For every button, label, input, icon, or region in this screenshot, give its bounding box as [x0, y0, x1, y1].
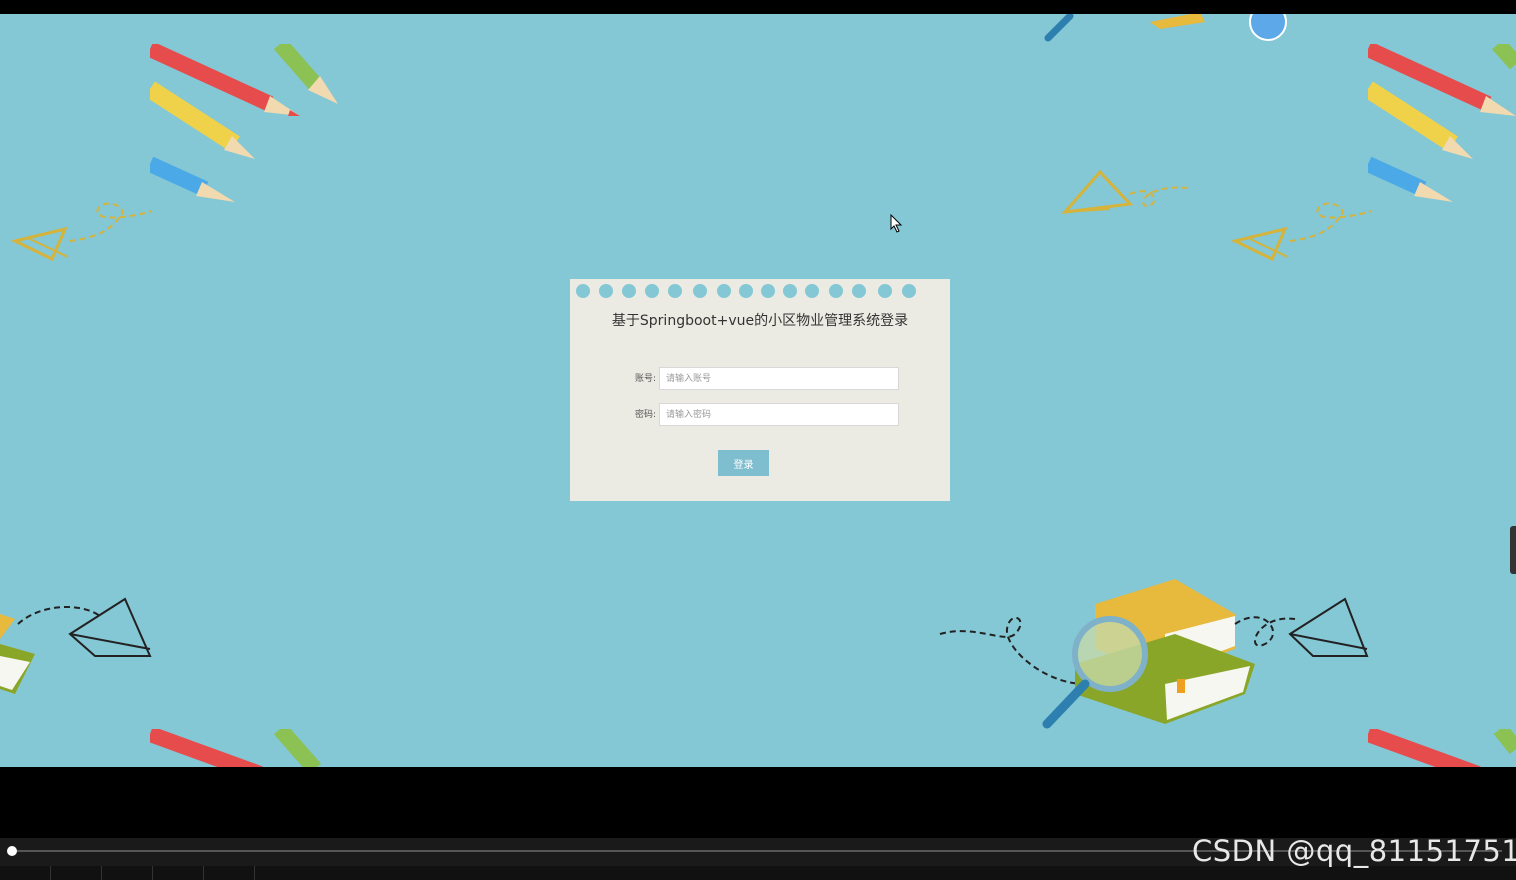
notebook-hole-icon [717, 284, 731, 298]
username-input[interactable] [659, 367, 899, 390]
top-letterbox [0, 0, 1516, 14]
player-toolbar [0, 866, 1516, 880]
login-button[interactable]: 登录 [718, 450, 769, 476]
books-magnifier-decoration-icon [939, 579, 1369, 729]
password-input[interactable] [659, 403, 899, 426]
pencils-decoration-icon [1368, 44, 1516, 202]
notebook-hole-icon [878, 284, 892, 298]
notebook-hole-icon [622, 284, 636, 298]
login-card: 基于Springboot+vue的小区物业管理系统登录 账号: 密码: 登录 [570, 279, 950, 501]
mouse-cursor-icon [890, 214, 903, 233]
login-page-background: 基于Springboot+vue的小区物业管理系统登录 账号: 密码: 登录 [0, 14, 1516, 767]
pencils-decoration-icon [150, 44, 338, 202]
username-label: 账号: [634, 374, 656, 384]
video-progress-knob[interactable] [7, 846, 17, 856]
paper-plane-icon [1230, 202, 1373, 262]
pencils-decoration-icon [1368, 729, 1516, 767]
books-decoration-icon [0, 597, 152, 694]
watermark-text: CSDN @qq_811517515 [1192, 834, 1516, 868]
top-decoration-icon [1044, 14, 1287, 42]
player-toolbar-slot[interactable] [51, 866, 102, 880]
password-row: 密码: [610, 403, 910, 427]
pencils-decoration-icon [150, 729, 322, 767]
paper-plane-icon [10, 202, 153, 262]
notebook-holes [576, 284, 936, 298]
notebook-hole-icon [645, 284, 659, 298]
player-toolbar-slot[interactable] [204, 866, 255, 880]
notebook-hole-icon [761, 284, 775, 298]
notebook-hole-icon [805, 284, 819, 298]
notebook-hole-icon [902, 284, 916, 298]
notebook-hole-icon [576, 284, 590, 298]
notebook-hole-icon [783, 284, 797, 298]
notebook-hole-icon [739, 284, 753, 298]
notebook-hole-icon [829, 284, 843, 298]
player-toolbar-slot[interactable] [102, 866, 153, 880]
player-toolbar-slot[interactable] [153, 866, 204, 880]
notebook-hole-icon [852, 284, 866, 298]
side-scroll-handle[interactable] [1510, 526, 1516, 574]
password-label: 密码: [634, 410, 656, 420]
username-row: 账号: [610, 367, 910, 391]
paper-plane-icon [1061, 169, 1191, 214]
player-toolbar-slot[interactable] [0, 866, 51, 880]
page-title: 基于Springboot+vue的小区物业管理系统登录 [611, 313, 909, 329]
notebook-hole-icon [693, 284, 707, 298]
notebook-hole-icon [599, 284, 613, 298]
notebook-hole-icon [668, 284, 682, 298]
